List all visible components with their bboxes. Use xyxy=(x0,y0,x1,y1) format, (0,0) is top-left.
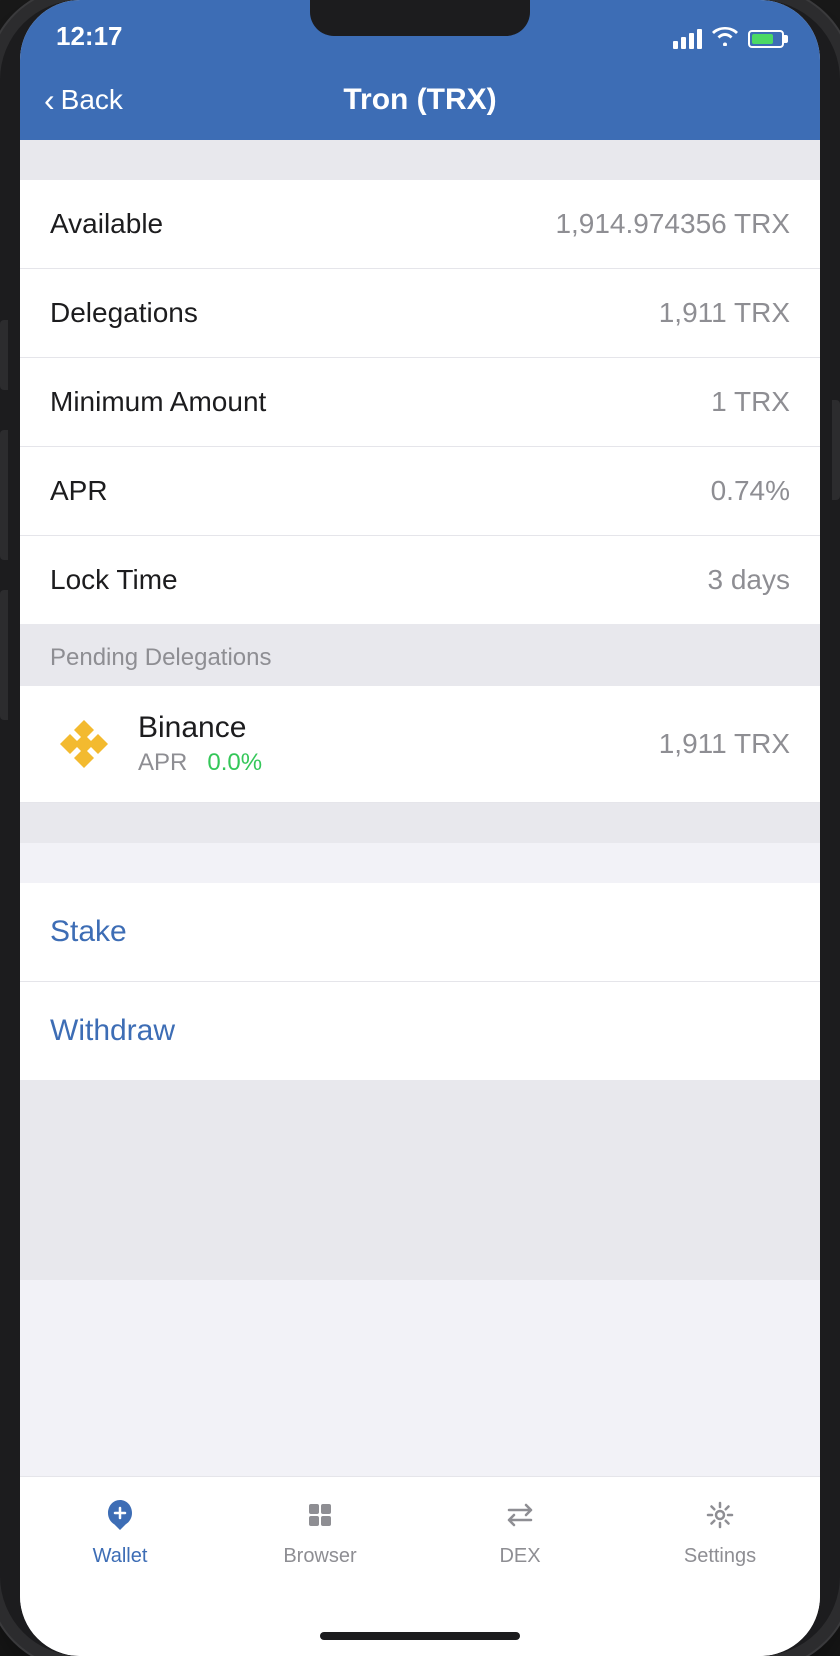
delegation-apr: APR 0.0% xyxy=(138,749,659,777)
minimum-amount-label: Minimum Amount xyxy=(50,386,266,418)
dex-icon xyxy=(498,1493,542,1537)
lock-time-value: 3 days xyxy=(708,564,791,596)
available-value: 1,914.974356 TRX xyxy=(555,208,790,240)
delegation-apr-label: APR xyxy=(138,749,187,776)
status-icons xyxy=(673,26,784,52)
stake-label: Stake xyxy=(50,915,127,948)
home-indicator xyxy=(20,1616,820,1656)
delegations-value: 1,911 TRX xyxy=(659,297,790,329)
tab-settings[interactable]: Settings xyxy=(620,1493,820,1568)
nav-header: ‹ Back Tron (TRX) xyxy=(20,60,820,140)
back-label: Back xyxy=(61,84,123,116)
lock-time-row: Lock Time 3 days xyxy=(20,536,820,624)
back-chevron-icon: ‹ xyxy=(44,84,55,116)
tab-wallet[interactable]: Wallet xyxy=(20,1493,220,1568)
empty-space xyxy=(20,1080,820,1280)
available-row: Available 1,914.974356 TRX xyxy=(20,180,820,269)
top-divider xyxy=(20,140,820,180)
page-title: Tron (TRX) xyxy=(343,83,496,117)
delegation-item-binance[interactable]: Binance APR 0.0% 1,911 TRX xyxy=(20,686,820,803)
delegation-apr-value: 0.0% xyxy=(207,749,262,776)
mid-divider xyxy=(20,803,820,843)
delegation-info: Binance APR 0.0% xyxy=(138,711,659,777)
wallet-icon xyxy=(98,1493,142,1537)
tab-settings-label: Settings xyxy=(684,1545,756,1568)
binance-logo xyxy=(50,710,118,778)
tab-browser-label: Browser xyxy=(283,1545,356,1568)
minimum-amount-value: 1 TRX xyxy=(711,386,790,418)
info-section: Available 1,914.974356 TRX Delegations 1… xyxy=(20,180,820,624)
withdraw-button[interactable]: Withdraw xyxy=(20,982,820,1080)
home-bar xyxy=(320,1632,520,1640)
apr-label: APR xyxy=(50,475,108,507)
tab-dex[interactable]: DEX xyxy=(420,1493,620,1568)
tab-bar: Wallet Browser xyxy=(20,1476,820,1616)
delegation-name: Binance xyxy=(138,711,659,745)
settings-icon xyxy=(698,1493,742,1537)
pending-delegations-title: Pending Delegations xyxy=(50,644,272,671)
pending-delegations-header: Pending Delegations xyxy=(20,624,820,686)
delegations-row: Delegations 1,911 TRX xyxy=(20,269,820,358)
minimum-amount-row: Minimum Amount 1 TRX xyxy=(20,358,820,447)
available-label: Available xyxy=(50,208,163,240)
delegation-amount: 1,911 TRX xyxy=(659,728,790,760)
tab-dex-label: DEX xyxy=(499,1545,540,1568)
browser-icon xyxy=(298,1493,342,1537)
tab-browser[interactable]: Browser xyxy=(220,1493,420,1568)
main-content: Available 1,914.974356 TRX Delegations 1… xyxy=(20,140,820,1476)
wifi-icon xyxy=(712,26,738,52)
action-section: Stake Withdraw xyxy=(20,883,820,1080)
apr-row: APR 0.74% xyxy=(20,447,820,536)
signal-bars-icon xyxy=(673,29,702,49)
back-button[interactable]: ‹ Back xyxy=(44,84,123,116)
stake-button[interactable]: Stake xyxy=(20,883,820,982)
apr-value: 0.74% xyxy=(711,475,790,507)
delegations-label: Delegations xyxy=(50,297,198,329)
withdraw-label: Withdraw xyxy=(50,1014,175,1047)
battery-icon xyxy=(748,30,784,48)
tab-wallet-label: Wallet xyxy=(93,1545,148,1568)
lock-time-label: Lock Time xyxy=(50,564,178,596)
